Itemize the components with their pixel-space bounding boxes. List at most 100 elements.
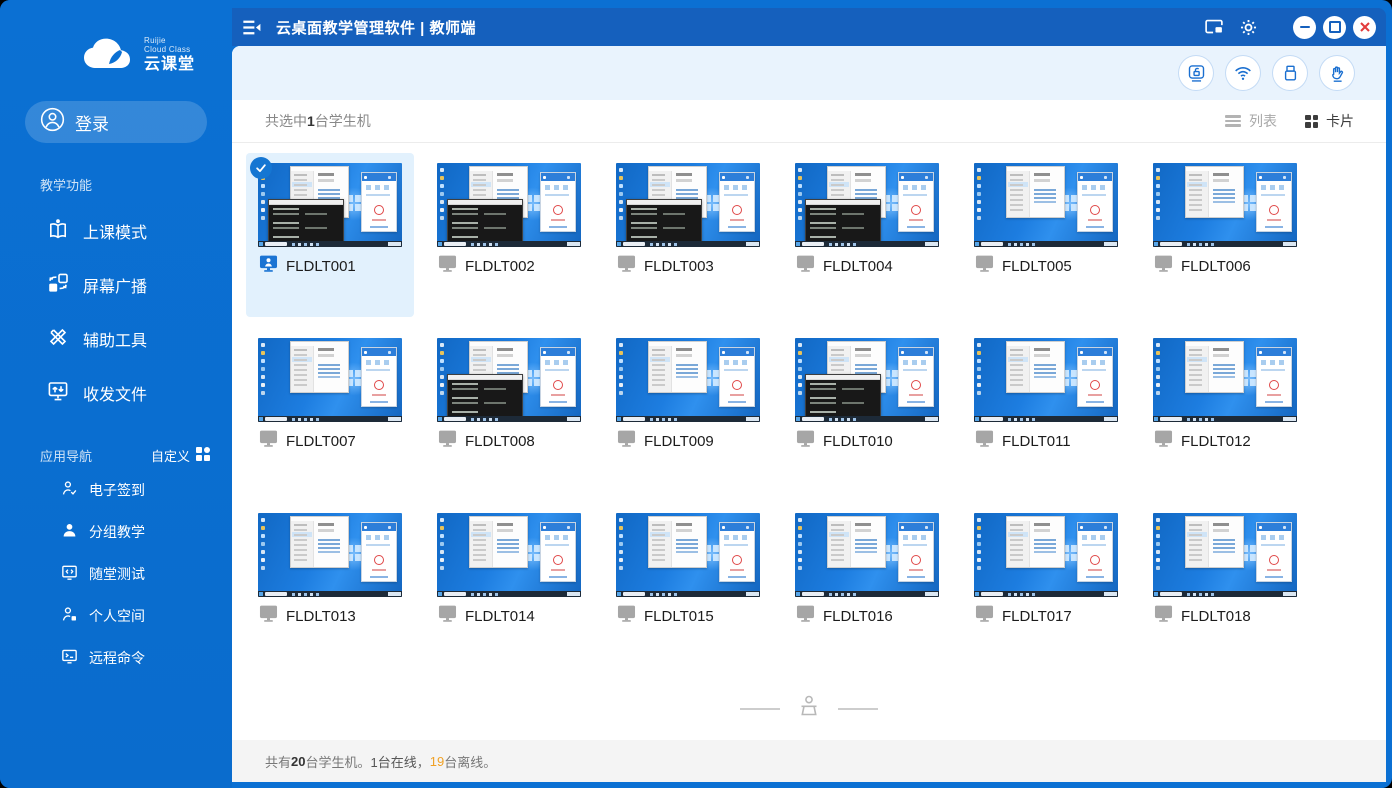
student-screen-thumbnail[interactable] xyxy=(795,513,939,597)
student-screen-thumbnail[interactable] xyxy=(258,163,402,247)
machine-status-icon xyxy=(438,605,457,627)
machine-name: FLDLT010 xyxy=(823,433,893,450)
student-machine-card[interactable]: FLDLT001 xyxy=(246,153,414,317)
thumb-taskbar xyxy=(258,416,402,422)
menu-label: 辅助工具 xyxy=(83,327,147,351)
student-machine-card[interactable]: FLDLT013 xyxy=(246,503,414,667)
student-screen-thumbnail[interactable] xyxy=(437,338,581,422)
machine-status-icon xyxy=(617,605,636,627)
student-machine-card[interactable]: FLDLT003 xyxy=(604,153,772,317)
raise-hand-button[interactable] xyxy=(1320,56,1354,90)
thumb-explorer-window xyxy=(1185,341,1244,393)
sidebar-item-quiz[interactable]: 随堂测试 xyxy=(0,553,232,595)
student-machine-card[interactable]: FLDLT007 xyxy=(246,328,414,492)
sign-in-icon xyxy=(60,479,79,501)
podium-line-right xyxy=(838,708,878,710)
student-screen-thumbnail[interactable] xyxy=(1153,338,1297,422)
collapse-sidebar-icon[interactable] xyxy=(238,14,264,40)
student-machine-card[interactable]: FLDLT014 xyxy=(425,503,593,667)
student-machine-card[interactable]: FLDLT002 xyxy=(425,153,593,317)
thumb-desktop-icons xyxy=(440,518,444,522)
thumb-client-app-window xyxy=(540,172,576,232)
student-screen-thumbnail[interactable] xyxy=(974,338,1118,422)
usb-button[interactable] xyxy=(1273,56,1307,90)
machine-name: FLDLT004 xyxy=(823,258,893,275)
thumb-explorer-window xyxy=(469,516,528,568)
student-machine-card[interactable]: FLDLT004 xyxy=(783,153,951,317)
student-screen-thumbnail[interactable] xyxy=(616,163,760,247)
student-screen-thumbnail[interactable] xyxy=(795,163,939,247)
sidebar-item-personal-space[interactable]: 个人空间 xyxy=(0,595,232,637)
student-screen-thumbnail[interactable] xyxy=(258,513,402,597)
student-machine-card[interactable]: FLDLT005 xyxy=(962,153,1130,317)
student-machine-card[interactable]: FLDLT006 xyxy=(1141,153,1309,317)
app-window: Ruijie Cloud Class 云课堂 登录 教学功能 xyxy=(0,0,1392,788)
student-screen-thumbnail[interactable] xyxy=(974,163,1118,247)
close-button[interactable] xyxy=(1353,16,1376,39)
student-screen-thumbnail[interactable] xyxy=(795,338,939,422)
maximize-icon xyxy=(1329,21,1341,33)
view-toggle-list[interactable]: 列表 xyxy=(1225,111,1277,131)
selection-text-suffix: 台学生机 xyxy=(315,111,371,131)
student-machine-card[interactable]: FLDLT011 xyxy=(962,328,1130,492)
student-machine-card[interactable]: FLDLT015 xyxy=(604,503,772,667)
sidebar-item-group-teaching[interactable]: 分组教学 xyxy=(0,511,232,553)
submenu-label: 个人空间 xyxy=(89,606,145,626)
thumb-desktop-icons xyxy=(977,518,981,522)
student-machine-card[interactable]: FLDLT018 xyxy=(1141,503,1309,667)
online-count-text: 1台在线 xyxy=(371,752,417,771)
wifi-button[interactable] xyxy=(1226,56,1260,90)
thumb-explorer-window xyxy=(1185,166,1244,218)
thumb-explorer-window xyxy=(827,516,886,568)
thumb-explorer-window xyxy=(290,341,349,393)
machine-status-icon xyxy=(796,605,815,627)
maximize-button[interactable] xyxy=(1323,16,1346,39)
sidebar-item-assist-tools[interactable]: 辅助工具 xyxy=(0,312,232,366)
student-screen-thumbnail[interactable] xyxy=(258,338,402,422)
status-text-part3: 台离线。 xyxy=(444,752,496,771)
student-screen-thumbnail[interactable] xyxy=(437,513,581,597)
machine-status-icon xyxy=(1154,605,1173,627)
machine-name: FLDLT017 xyxy=(1002,608,1072,625)
student-machine-card[interactable]: FLDLT012 xyxy=(1141,328,1309,492)
sidebar-item-sign-in[interactable]: 电子签到 xyxy=(0,469,232,511)
sidebar-item-class-mode[interactable]: 上课模式 xyxy=(0,204,232,258)
minimize-button[interactable] xyxy=(1293,16,1316,39)
student-screen-thumbnail[interactable] xyxy=(974,513,1118,597)
sidebar-item-remote-command[interactable]: 远程命令 xyxy=(0,637,232,679)
thumb-explorer-window xyxy=(1006,516,1065,568)
settings-gear-icon[interactable] xyxy=(1235,14,1261,40)
teaching-section-label: 教学功能 xyxy=(40,175,92,194)
thumb-client-app-window xyxy=(540,522,576,582)
login-button[interactable]: 登录 xyxy=(25,101,207,143)
view-toggle-card[interactable]: 卡片 xyxy=(1305,111,1354,131)
thumb-desktop-icons xyxy=(1156,343,1160,347)
thumb-taskbar xyxy=(616,241,760,247)
thumb-client-app-window xyxy=(1077,347,1113,407)
student-screen-thumbnail[interactable] xyxy=(1153,513,1297,597)
nav-section-header: 应用导航 自定义 xyxy=(40,446,232,465)
student-screen-thumbnail[interactable] xyxy=(1153,163,1297,247)
student-screen-thumbnail[interactable] xyxy=(616,513,760,597)
thumb-desktop-icons xyxy=(977,168,981,172)
screen-lock-icon xyxy=(1186,63,1207,84)
sidebar-item-screen-broadcast[interactable]: 屏幕广播 xyxy=(0,258,232,312)
machine-status-icon xyxy=(1154,430,1173,452)
machine-label: FLDLT013 xyxy=(258,605,402,627)
thumb-explorer-window xyxy=(648,341,707,393)
student-machine-card[interactable]: FLDLT008 xyxy=(425,328,593,492)
student-screen-thumbnail[interactable] xyxy=(616,338,760,422)
customize-button[interactable]: 自定义 xyxy=(151,446,210,465)
screen-share-icon[interactable] xyxy=(1201,14,1227,40)
machine-name: FLDLT006 xyxy=(1181,258,1251,275)
student-machine-card[interactable]: FLDLT009 xyxy=(604,328,772,492)
student-machine-card[interactable]: FLDLT016 xyxy=(783,503,951,667)
thumb-desktop-icons xyxy=(798,343,802,347)
sidebar-item-file-transfer[interactable]: 收发文件 xyxy=(0,366,232,420)
student-machine-card[interactable]: FLDLT010 xyxy=(783,328,951,492)
student-screen-thumbnail[interactable] xyxy=(437,163,581,247)
screen-lock-button[interactable] xyxy=(1179,56,1213,90)
student-machine-card[interactable]: FLDLT017 xyxy=(962,503,1130,667)
machine-status-icon xyxy=(259,255,278,277)
thumb-client-app-window xyxy=(719,522,755,582)
